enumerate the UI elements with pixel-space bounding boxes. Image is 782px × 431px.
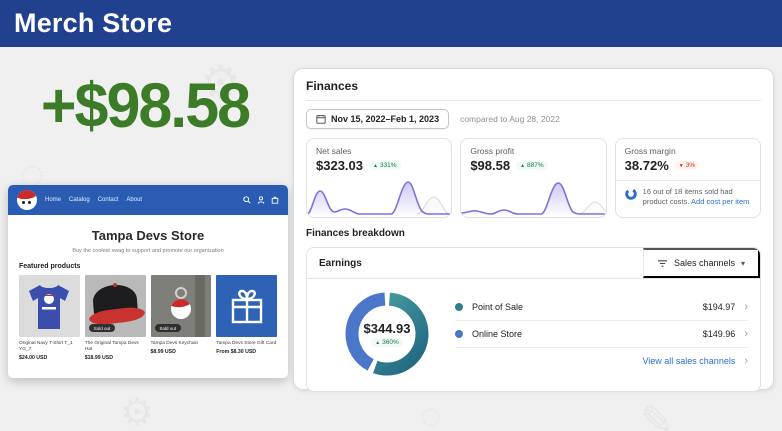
finances-breakdown-heading: Finances breakdown: [306, 228, 761, 239]
caret-down-icon: ▾: [741, 259, 745, 268]
gross-profit-card[interactable]: Gross profit $98.58 ▲887%: [460, 138, 606, 218]
store-navbar: Home Catalog Contact About: [8, 185, 288, 215]
store-subtitle: Buy the coolest swag to support and prom…: [8, 248, 288, 254]
tshirt-image[interactable]: [19, 275, 80, 337]
store-logo[interactable]: [17, 190, 37, 210]
down-arrow-icon: ▼: [679, 163, 684, 169]
finances-heading: Finances: [306, 79, 761, 101]
product-name: Tampa Devs Keychain: [151, 341, 212, 347]
date-range-label: Nov 15, 2022–Feb 1, 2023: [331, 114, 439, 124]
store-title: Tampa Devs Store: [8, 228, 288, 243]
channel-row-online-store[interactable]: Online Store $149.96 ›: [455, 321, 748, 348]
search-icon[interactable]: [243, 196, 251, 204]
channel-name: Online Store: [472, 329, 522, 339]
store-preview: Home Catalog Contact About Tampa Devs St…: [8, 185, 288, 378]
product-price: $24.00 USD: [19, 355, 80, 361]
filter-icon: [657, 259, 668, 268]
channel-value: $149.96: [703, 329, 736, 339]
cost-progress-icon: [625, 188, 637, 200]
earnings-change-badge: ▲360%: [371, 338, 403, 347]
add-cost-link[interactable]: Add cost per item: [691, 197, 749, 206]
store-nav-home[interactable]: Home: [45, 197, 61, 203]
compare-period-text: compared to Aug 28, 2022: [460, 114, 560, 124]
up-arrow-icon: ▲: [375, 340, 380, 346]
soldout-badge: Sold out: [155, 324, 182, 332]
gross-margin-card[interactable]: Gross margin 38.72% ▼3% 16 out of 18 ite…: [615, 138, 761, 218]
finances-panel: Finances Nov 15, 2022–Feb 1, 2023 compar…: [293, 68, 774, 390]
change-badge: ▲331%: [369, 161, 401, 170]
keychain-image[interactable]: Sold out: [151, 275, 212, 337]
earnings-heading: Earnings: [307, 248, 643, 278]
net-sales-sparkline: [307, 175, 452, 217]
channel-value: $194.97: [703, 302, 736, 312]
product-gift-card[interactable]: Tampa Devs Store Gift Card From $8.30 US…: [216, 275, 277, 361]
change-badge: ▲887%: [516, 161, 548, 170]
store-nav-about[interactable]: About: [126, 197, 142, 203]
sales-channels-filter-button[interactable]: Sales channels ▾: [643, 248, 760, 278]
store-nav-contact[interactable]: Contact: [98, 197, 119, 203]
product-hat[interactable]: Sold out The Original Tampa Devs Hat $18…: [85, 275, 146, 361]
product-price: $8.99 USD: [151, 349, 212, 355]
product-keychain[interactable]: Sold out Tampa Devs Keychain $8.99 USD: [151, 275, 212, 361]
store-nav-catalog[interactable]: Catalog: [69, 197, 90, 203]
cart-icon[interactable]: [271, 196, 279, 204]
metric-label: Gross profit: [470, 146, 596, 156]
channel-row-point-of-sale[interactable]: Point of Sale $194.97 ›: [455, 294, 748, 321]
product-name: Tampa Devs Store Gift Card: [216, 341, 277, 347]
background-doodle: ✎: [640, 398, 674, 431]
channel-name: Point of Sale: [472, 302, 523, 312]
metric-value: $323.03: [316, 158, 363, 173]
product-tshirt[interactable]: Original Navy T-Shirt T_1 YG_7 $24.00 US…: [19, 275, 80, 361]
soldout-badge: Sold out: [89, 324, 116, 332]
account-icon[interactable]: [257, 196, 265, 204]
top-banner: Merch Store: [0, 0, 782, 47]
cost-note: 16 out of 18 items sold had product cost…: [643, 187, 751, 207]
earnings-donut-chart: $344.93 ▲360%: [339, 286, 435, 382]
filter-label: Sales channels: [674, 258, 735, 268]
up-arrow-icon: ▲: [520, 163, 525, 169]
metric-value: 38.72%: [625, 158, 669, 173]
chevron-right-icon: ›: [744, 302, 748, 313]
hat-image[interactable]: Sold out: [85, 275, 146, 337]
gift-card-image[interactable]: [216, 275, 277, 337]
chevron-right-icon: ›: [744, 356, 748, 367]
net-sales-card[interactable]: Net sales $323.03 ▲331%: [306, 138, 452, 218]
metric-label: Net sales: [316, 146, 442, 156]
product-name: Original Navy T-Shirt T_1 YG_7: [19, 341, 80, 353]
gift-icon: [227, 286, 267, 326]
up-arrow-icon: ▲: [373, 163, 378, 169]
metric-value: $98.58: [470, 158, 510, 173]
background-doodle: ⚙: [120, 390, 154, 431]
chevron-right-icon: ›: [744, 329, 748, 340]
date-range-button[interactable]: Nov 15, 2022–Feb 1, 2023: [306, 109, 449, 129]
product-price: From $8.30 USD: [216, 349, 277, 355]
metric-label: Gross margin: [625, 146, 751, 156]
featured-products-heading: Featured products: [19, 263, 288, 270]
view-all-sales-channels-link[interactable]: View all sales channels ›: [455, 348, 748, 374]
gross-profit-sparkline: [461, 175, 606, 217]
page-title: Merch Store: [14, 8, 172, 39]
pos-legend-dot: [455, 303, 463, 311]
change-badge: ▼3%: [675, 161, 699, 170]
product-name: The Original Tampa Devs Hat: [85, 341, 146, 353]
earnings-total: $344.93: [364, 321, 411, 336]
background-doodle: ◌: [420, 395, 441, 431]
calendar-icon: [316, 114, 326, 124]
earnings-card: Earnings Sales channels ▾: [306, 247, 761, 392]
product-price: $18.99 USD: [85, 355, 146, 361]
online-legend-dot: [455, 330, 463, 338]
profit-highlight: +$98.58: [6, 69, 284, 142]
